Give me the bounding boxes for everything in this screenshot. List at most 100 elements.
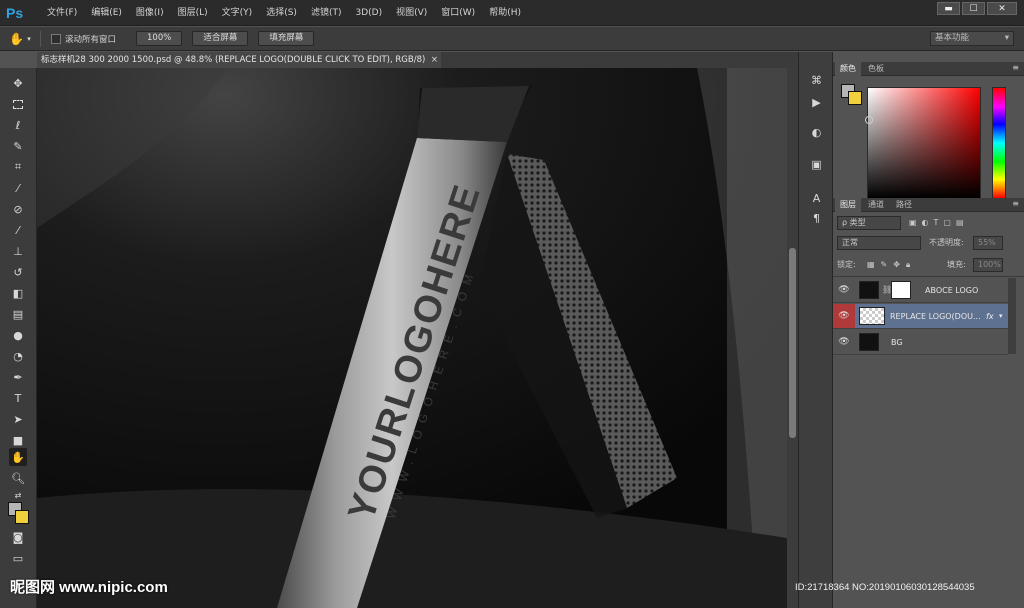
fx-icon[interactable]: fx (986, 304, 994, 329)
path-selection-tool-icon[interactable]: ➤ (9, 410, 27, 428)
lock-icons[interactable]: ▦✎✥🔒︎ (867, 259, 916, 271)
background-color-swatch[interactable] (15, 510, 29, 524)
quick-select-tool-icon[interactable]: ✎ (9, 137, 27, 155)
color-panel-tabs: 颜色 色板 ≡ (833, 62, 1024, 76)
history-brush-tool-icon[interactable]: ↺ (9, 263, 27, 281)
minimize-button[interactable]: ▬ (937, 2, 960, 15)
properties-panel-icon[interactable]: ▣ (808, 156, 825, 172)
blur-tool-icon[interactable]: ● (9, 326, 27, 344)
character-panel-icon[interactable]: A (808, 190, 825, 206)
layer-name: REPLACE LOGO(DOU... (890, 312, 981, 321)
color-bg-swatch[interactable] (848, 91, 862, 105)
toolbox: ✥ ℓ ✎ ⌗ ⁄ ⊘ ⁄ ⊥ ↺ ◧ ▤ ● ◔ ✒ T ➤ ■ ✋ 🔍︎ ⇄… (0, 68, 37, 608)
blend-mode-select[interactable]: 正常 (837, 236, 921, 250)
fill-screen-button[interactable]: 填充屏幕 (258, 31, 315, 46)
adjustments-panel-icon[interactable]: ◐ (808, 124, 825, 140)
pen-tool-icon[interactable]: ✒ (9, 368, 27, 386)
eraser-tool-icon[interactable]: ◧ (9, 284, 27, 302)
workspace-select[interactable]: 基本功能 ▾ (930, 31, 1014, 46)
opacity-field[interactable]: 55% (973, 236, 1003, 250)
move-tool-icon[interactable]: ✥ (9, 74, 27, 92)
fit-screen-button[interactable]: 适合屏幕 (192, 31, 249, 46)
menu-item[interactable]: 3D(D) (348, 0, 389, 26)
layers-scrollbar[interactable] (1008, 278, 1016, 354)
document-tab-row: 标志样机28 300 2000 1500.psd @ 48.8% (REPLAC… (37, 52, 798, 68)
opacity-value: 55% (978, 238, 996, 247)
layer-name: BG (891, 338, 903, 347)
canvas-vertical-scrollbar[interactable] (787, 68, 798, 608)
maximize-button[interactable]: ☐ (962, 2, 985, 15)
zoom-tool-icon[interactable]: 🔍︎ (9, 469, 27, 487)
document-tab[interactable]: 标志样机28 300 2000 1500.psd @ 48.8% (REPLAC… (37, 52, 441, 68)
minimize-icon: ▬ (944, 3, 953, 14)
color-saturation-field[interactable] (867, 87, 981, 199)
maximize-icon: ☐ (969, 3, 978, 14)
lasso-tool-icon[interactable]: ℓ (9, 116, 27, 134)
brush-tool-icon[interactable]: ⁄ (9, 221, 27, 239)
gradient-tool-icon[interactable]: ▤ (9, 305, 27, 323)
document-canvas[interactable]: YOURLOGOHERE WWW.LOGOHERE.COM (37, 68, 787, 608)
marquee-tool-icon[interactable] (9, 95, 27, 113)
layer-thumbnail (859, 281, 879, 299)
menu-item[interactable]: 帮助(H) (482, 0, 528, 26)
visibility-eye-icon[interactable]: 👁︎ (833, 278, 855, 302)
layer-row[interactable]: 👁︎ BG (833, 330, 1008, 355)
smart-object-thumbnail (859, 307, 885, 325)
tab-paths[interactable]: 路径 (891, 198, 917, 212)
tab-channels[interactable]: 通道 (863, 198, 889, 212)
screen-mode-icon[interactable]: ▭ (9, 549, 27, 567)
menu-item[interactable]: 选择(S) (259, 0, 304, 26)
layer-filter-label: ρ 类型 (842, 218, 866, 227)
photoshop-logo: Ps (6, 4, 24, 21)
menu-item[interactable]: 文件(F) (40, 0, 84, 26)
scrollbar-thumb[interactable] (789, 248, 796, 438)
actions-panel-icon[interactable]: ▶ (808, 94, 825, 110)
visibility-eye-icon[interactable]: 👁︎ (833, 304, 855, 328)
rectangle-tool-icon[interactable]: ■ (9, 431, 27, 449)
menu-bar: Ps 文件(F) 编辑(E) 图像(I) 图层(L) 文字(Y) 选择(S) 滤镜(T) 3D… (0, 0, 1024, 26)
clone-stamp-tool-icon[interactable]: ⊥ (9, 242, 27, 260)
menu-item[interactable]: 图像(I) (129, 0, 171, 26)
tab-layers[interactable]: 图层 (835, 198, 861, 212)
menu-item[interactable]: 编辑(E) (84, 0, 129, 26)
chevron-down-icon: ▾ (1004, 33, 1009, 43)
dodge-tool-icon[interactable]: ◔ (9, 347, 27, 365)
history-panel-icon[interactable]: ⌘ (808, 72, 825, 88)
healing-brush-tool-icon[interactable]: ⊘ (9, 200, 27, 218)
crop-tool-icon[interactable]: ⌗ (9, 158, 27, 176)
canvas-image: YOURLOGOHERE WWW.LOGOHERE.COM (37, 68, 787, 608)
close-button[interactable]: ✕ (987, 2, 1017, 15)
layer-row[interactable]: 👁︎ ⛓ ABOCE LOGO (833, 278, 1008, 303)
eyedropper-tool-icon[interactable]: ⁄ (9, 179, 27, 197)
layer-filter-select[interactable]: ρ 类型 (837, 216, 901, 230)
layer-row-selected[interactable]: 👁︎ REPLACE LOGO(DOU... fx ▾ (833, 304, 1008, 329)
menu-item[interactable]: 文字(Y) (215, 0, 260, 26)
visibility-eye-icon[interactable]: 👁︎ (833, 330, 855, 354)
watermark-info: ID:21718364 NO:20190106030128544035 (795, 582, 975, 593)
type-tool-icon[interactable]: T (9, 389, 27, 407)
color-picker-marker[interactable] (865, 116, 873, 124)
close-tab-icon[interactable]: × (431, 52, 438, 68)
hand-tool-icon[interactable]: ✋ (9, 448, 27, 466)
watermark-site: 昵图网 www.nipic.com (10, 579, 168, 596)
layers-panel-menu-icon[interactable]: ≡ (1012, 199, 1019, 208)
layer-filter-icons[interactable]: ▣◐T▢▤ (909, 217, 969, 229)
menu-item[interactable]: 视图(V) (389, 0, 434, 26)
panel-menu-icon[interactable]: ≡ (1012, 63, 1019, 72)
quick-mask-icon[interactable]: ◙ (9, 528, 27, 546)
layer-mask-thumbnail (891, 281, 911, 299)
tab-color[interactable]: 颜色 (835, 62, 861, 76)
paragraph-panel-icon[interactable]: ¶ (808, 210, 825, 226)
fill-value: 100% (978, 260, 1001, 269)
menu-item[interactable]: 窗口(W) (434, 0, 482, 26)
zoom-100-button[interactable]: 100% (136, 31, 183, 46)
color-hue-slider[interactable] (992, 87, 1006, 199)
tab-swatches[interactable]: 色板 (863, 62, 889, 76)
menu-item[interactable]: 图层(L) (171, 0, 215, 26)
hand-tool-preset-icon[interactable]: ✋ ▾ (0, 32, 40, 46)
chevron-down-icon[interactable]: ▾ (999, 304, 1003, 329)
menu-item[interactable]: 滤镜(T) (304, 0, 349, 26)
fill-field[interactable]: 100% (973, 258, 1003, 272)
scroll-all-windows-checkbox[interactable] (51, 33, 61, 44)
separator (833, 276, 1024, 277)
